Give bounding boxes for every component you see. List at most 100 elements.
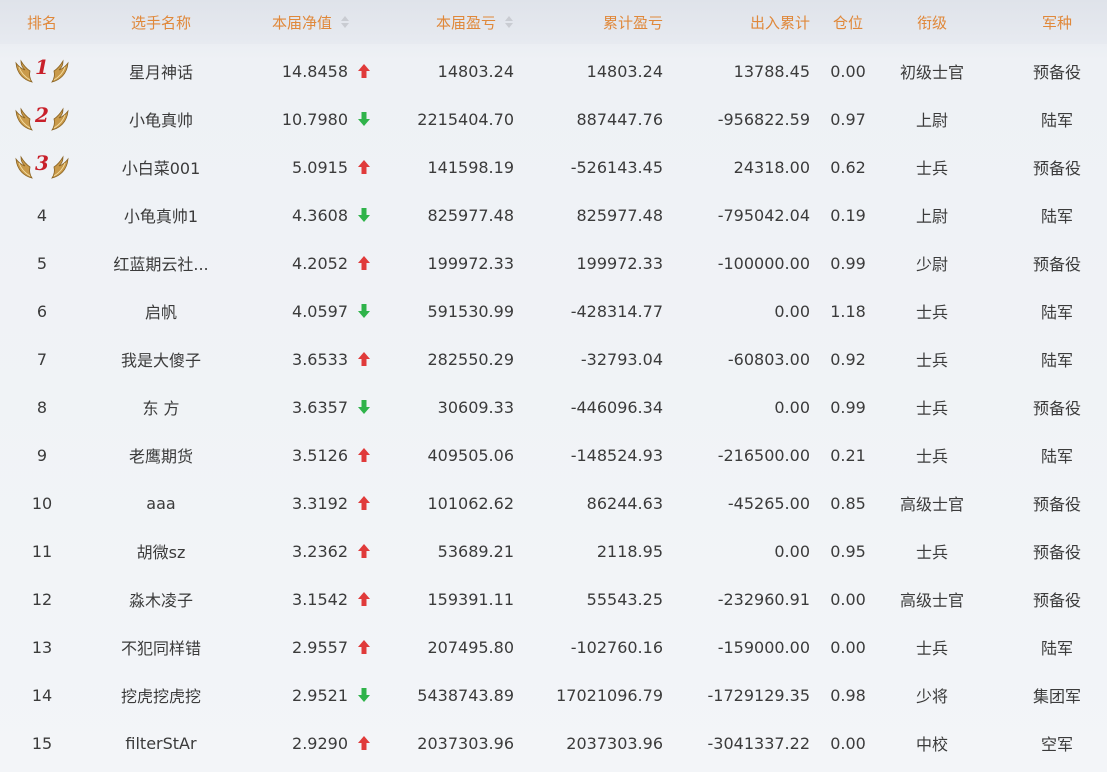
table-row[interactable]: 5 红蓝期云社... 4.2052 199972.33 199972.33 -1… — [0, 239, 1107, 287]
nav-value: 3.3192 — [292, 493, 348, 513]
military-rank-value: 上尉 — [915, 207, 948, 226]
player-name[interactable]: 东 方 — [84, 383, 238, 431]
medal-rank-number: 1 — [35, 55, 49, 79]
profit-value: 199972.33 — [427, 253, 514, 273]
table-row[interactable]: 10 aaa 3.3192 101062.62 86244.63 -45265.… — [0, 479, 1107, 527]
army-value: 预备役 — [1032, 591, 1081, 610]
table-row[interactable]: 2 小龟真帅 10.7980 2215404.70 887447.76 -956… — [0, 95, 1107, 143]
rank-cell: 1 — [0, 47, 84, 95]
army-value: 陆军 — [1040, 351, 1073, 370]
table-row[interactable]: 12 淼木凌子 3.1542 159391.11 55543.25 -23296… — [0, 575, 1107, 623]
table-row[interactable]: 4 小龟真帅1 4.3608 825977.48 825977.48 -7950… — [0, 191, 1107, 239]
army-value: 预备役 — [1032, 399, 1081, 418]
nav-value: 4.2052 — [292, 253, 348, 273]
rank-cell: 6 — [36, 301, 48, 321]
profit-value: 2037303.96 — [417, 733, 514, 753]
military-rank-value: 上尉 — [915, 111, 948, 130]
medal-rank-number: 3 — [35, 151, 49, 175]
nav-value: 3.2362 — [292, 541, 348, 561]
player-name[interactable]: 小龟真帅 — [84, 95, 238, 143]
player-name[interactable]: 不犯同样错 — [84, 623, 238, 671]
military-rank-value: 少将 — [915, 687, 948, 706]
flow-value: 0.00 — [774, 397, 810, 417]
player-name[interactable]: 启帆 — [84, 287, 238, 335]
cumulative-value: -32793.04 — [580, 349, 663, 369]
table-row[interactable]: 15 filterStAr 2.9290 2037303.96 2037303.… — [0, 719, 1107, 767]
header-nav-sortable[interactable]: 本届净值 — [240, 0, 350, 44]
table-row[interactable]: 8 东 方 3.6357 30609.33 -446096.34 0.00 0.… — [0, 383, 1107, 431]
player-name[interactable]: 挖虎挖虎挖 — [84, 671, 238, 719]
header-military-rank: 衔级 — [916, 13, 947, 32]
cumulative-value: -428314.77 — [570, 301, 663, 321]
nav-value: 4.0597 — [292, 301, 348, 321]
flow-value: -60803.00 — [727, 349, 810, 369]
flow-value: 13788.45 — [733, 61, 810, 81]
cumulative-value: 825977.48 — [576, 205, 663, 225]
player-name[interactable]: 小白菜001 — [84, 143, 238, 191]
rank-cell: 10 — [31, 493, 53, 513]
player-name[interactable]: 我是大傻子 — [84, 335, 238, 383]
table-row[interactable]: 13 不犯同样错 2.9557 207495.80 -102760.16 -15… — [0, 623, 1107, 671]
position-value: 0.99 — [830, 253, 866, 273]
nav-value: 3.6533 — [292, 349, 348, 369]
army-value: 空军 — [1040, 735, 1073, 754]
position-value: 0.00 — [830, 733, 866, 753]
rank-cell: 4 — [36, 205, 48, 225]
profit-value: 2215404.70 — [417, 109, 514, 129]
table-row[interactable]: 6 启帆 4.0597 591530.99 -428314.77 0.00 1.… — [0, 287, 1107, 335]
cumulative-value: 887447.76 — [576, 109, 663, 129]
cumulative-value: 86244.63 — [586, 493, 663, 513]
nav-value: 2.9290 — [292, 733, 348, 753]
sort-icon[interactable] — [504, 13, 514, 31]
header-profit-sortable[interactable]: 本届盈亏 — [370, 0, 514, 44]
flow-value: -232960.91 — [717, 589, 810, 609]
table-row[interactable]: 1 星月神话 14.8458 14803.24 14803.24 13788.4… — [0, 47, 1107, 95]
position-value: 0.95 — [830, 541, 866, 561]
player-name[interactable]: 老鹰期货 — [84, 431, 238, 479]
header-rank: 排名 — [26, 13, 57, 32]
player-name[interactable]: 胡微sz — [84, 527, 238, 575]
medal-rank-number: 2 — [35, 103, 49, 127]
army-value: 陆军 — [1040, 639, 1073, 658]
position-value: 0.00 — [830, 61, 866, 81]
player-name[interactable]: aaa — [84, 479, 238, 527]
player-name[interactable]: 小龟真帅1 — [84, 191, 238, 239]
header-army: 军种 — [1041, 13, 1072, 32]
flow-value: 24318.00 — [733, 157, 810, 177]
header-profit-label: 本届盈亏 — [435, 13, 496, 32]
table-row[interactable]: 9 老鹰期货 3.5126 409505.06 -148524.93 -2165… — [0, 431, 1107, 479]
flow-value: -45265.00 — [727, 493, 810, 513]
military-rank-value: 高级士官 — [899, 591, 964, 610]
table-row[interactable]: 3 小白菜001 5.0915 141598.19 -526143.45 243… — [0, 143, 1107, 191]
sort-icon[interactable] — [340, 13, 350, 31]
player-name[interactable]: 星月神话 — [84, 47, 238, 95]
leaderboard: 排名 选手名称 本届净值 本届盈亏 累计盈亏 出入累计 仓位 衔级 军种 1 星… — [0, 0, 1107, 772]
cumulative-value: -526143.45 — [570, 157, 663, 177]
army-value: 预备役 — [1032, 543, 1081, 562]
position-value: 0.99 — [830, 397, 866, 417]
profit-value: 409505.06 — [427, 445, 514, 465]
rank-cell: 9 — [36, 445, 48, 465]
table-row[interactable]: 11 胡微sz 3.2362 53689.21 2118.95 0.00 0.9… — [0, 527, 1107, 575]
nav-value: 3.6357 — [292, 397, 348, 417]
profit-value: 141598.19 — [427, 157, 514, 177]
table-row[interactable]: 14 挖虎挖虎挖 2.9521 5438743.89 17021096.79 -… — [0, 671, 1107, 719]
cumulative-value: 14803.24 — [586, 61, 663, 81]
table-row[interactable]: 7 我是大傻子 3.6533 282550.29 -32793.04 -6080… — [0, 335, 1107, 383]
army-value: 陆军 — [1040, 207, 1073, 226]
military-rank-value: 士兵 — [915, 159, 948, 178]
cumulative-value: -102760.16 — [570, 637, 663, 657]
army-value: 集团军 — [1032, 687, 1081, 706]
military-rank-value: 高级士官 — [899, 495, 964, 514]
cumulative-value: -446096.34 — [570, 397, 663, 417]
player-name[interactable]: 红蓝期云社... — [84, 239, 238, 287]
player-name[interactable]: filterStAr — [84, 719, 238, 767]
medal-icon: 3 — [14, 151, 70, 180]
rank-cell: 2 — [0, 95, 84, 143]
table-header: 排名 选手名称 本届净值 本届盈亏 累计盈亏 出入累计 仓位 衔级 军种 — [0, 0, 1107, 44]
profit-value: 53689.21 — [437, 541, 514, 561]
position-value: 0.85 — [830, 493, 866, 513]
profit-value: 14803.24 — [437, 61, 514, 81]
flow-value: -100000.00 — [717, 253, 810, 273]
player-name[interactable]: 淼木凌子 — [84, 575, 238, 623]
